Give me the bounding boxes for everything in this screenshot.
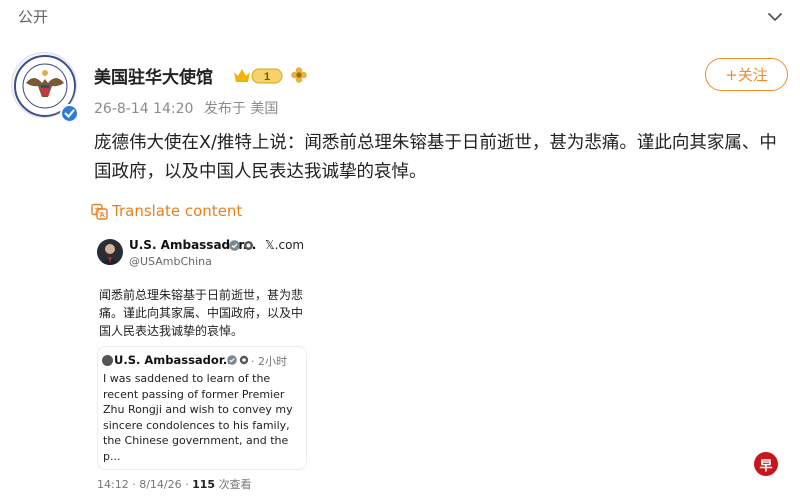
follow-button[interactable]: +关注: [705, 58, 788, 91]
zaobao-watermark-logo: 早: [754, 452, 778, 476]
x-com-label: 𝕏.com: [265, 238, 305, 252]
translate-content-link[interactable]: 文 A Translate content: [91, 200, 242, 222]
post-source: 发布于 美国: [203, 101, 279, 117]
verified-badge-icon: [60, 104, 79, 123]
embed-handle: @USAmbChina: [129, 255, 212, 268]
quoted-account-name: U.S. Ambassador...: [114, 353, 236, 367]
embed-post-text: 闻悉前总理朱镕基于日前逝世，甚为悲痛。谨此向其家属、中国政府，以及中国人民表达我…: [99, 288, 304, 338]
quoted-post-time: · 2小时: [251, 355, 287, 368]
top-bar: 公开: [0, 0, 800, 36]
visibility-label: 公开: [18, 8, 49, 26]
quoted-post-text: I was saddened to learn of the recent pa…: [103, 372, 293, 463]
translate-icon: 文 A: [91, 203, 108, 220]
flower-badge-icon[interactable]: [290, 66, 308, 84]
quoted-post: U.S. Ambassador... · 2小时 I was saddened …: [97, 346, 307, 470]
embed-views-label: 次查看: [218, 478, 252, 491]
verified-badge-icon: [227, 355, 237, 365]
chevron-down-icon[interactable]: [766, 8, 784, 26]
government-badge-icon: [244, 241, 253, 250]
ambassador-avatar: [97, 239, 123, 265]
post-time[interactable]: 26-8-14 14:20: [94, 101, 193, 117]
badge-level: 1: [264, 71, 270, 83]
member-crown-badge-icon[interactable]: 1: [232, 66, 284, 86]
svg-text:A: A: [100, 210, 106, 219]
government-badge-icon: [239, 355, 249, 365]
embed-datetime: 14:12 · 8/14/26 ·: [97, 478, 189, 491]
embed-footer: 14:12 · 8/14/26 · 115 次查看: [97, 476, 252, 492]
embedded-x-post-image[interactable]: U.S. Ambassador... 𝕏.com @USAmbChina 闻悉前…: [90, 228, 320, 496]
post-meta: 26-8-14 14:20 发布于 美国: [94, 98, 278, 118]
post-text: 庞德伟大使在X/推特上说：闻悉前总理朱镕基于日前逝世，甚为悲痛。谨此向其家属、中…: [94, 133, 777, 182]
quoted-avatar: [102, 355, 113, 366]
translate-label[interactable]: Translate content: [112, 202, 242, 220]
account-name[interactable]: 美国驻华大使馆: [94, 63, 213, 88]
verified-badge-icon: [229, 240, 240, 251]
embed-view-count: 115: [192, 478, 216, 491]
